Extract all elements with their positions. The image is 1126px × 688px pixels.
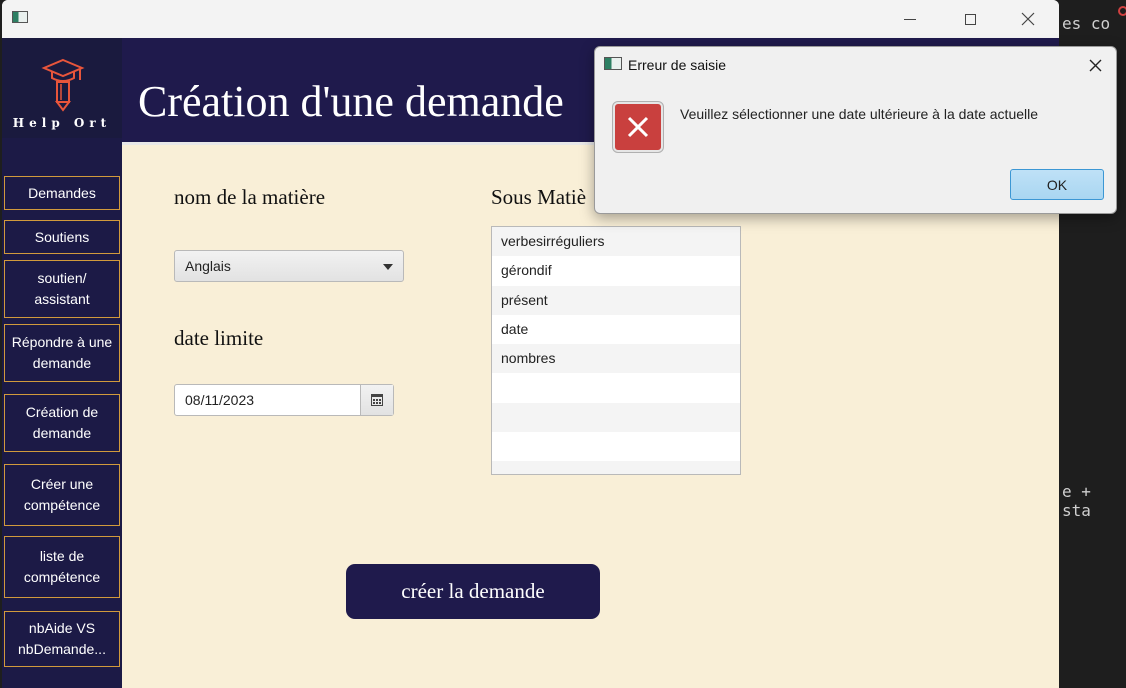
list-item[interactable]: présent [492, 285, 740, 315]
sidebar-item-label: nbAide VS nbDemande... [18, 620, 106, 657]
error-icon [613, 102, 663, 152]
background-code-fragment: es co [1062, 14, 1111, 33]
list-item[interactable]: date [492, 314, 740, 344]
minimize-icon [904, 18, 916, 20]
close-button[interactable] [1010, 6, 1046, 32]
minimize-button[interactable] [892, 6, 928, 32]
sidebar-item-demandes[interactable]: Demandes [4, 176, 120, 210]
x-mark-icon [627, 116, 649, 138]
sidebar: Help Ort Demandes Soutiens soutien/ assi… [2, 38, 122, 688]
sidebar-item-label: Répondre à une demande [11, 334, 113, 371]
maximize-icon [964, 13, 976, 25]
sidebar-item-soutiens[interactable]: Soutiens [4, 220, 120, 254]
ok-button[interactable]: OK [1010, 169, 1104, 200]
app-icon [12, 11, 28, 23]
list-item[interactable]: nombres [492, 344, 740, 374]
list-item-empty [492, 402, 740, 432]
dialog-title: Erreur de saisie [628, 57, 727, 73]
subject-label: nom de la matière [174, 185, 326, 209]
deadline-datepicker[interactable]: 08/11/2023 [174, 384, 394, 416]
sidebar-item-soutien-assistant[interactable]: soutien/ assistant [4, 260, 120, 318]
deadline-input[interactable]: 08/11/2023 [185, 392, 254, 408]
list-item[interactable]: verbesirréguliers [492, 227, 740, 257]
form-panel: nom de la matière Anglais date limite 08… [122, 142, 1059, 688]
dialog-message: Veuillez sélectionner une date ultérieur… [680, 106, 1039, 122]
background-code-fragment: e + sta [1062, 482, 1091, 520]
subject-combobox[interactable]: Anglais [174, 250, 404, 282]
sidebar-item-liste-competence[interactable]: liste de compétence [4, 536, 120, 598]
window-titlebar[interactable] [2, 0, 1059, 38]
sidebar-item-label: liste de compétence [23, 548, 101, 585]
background-error-marker [1118, 6, 1126, 16]
page-title: Création d'une demande [138, 77, 564, 126]
sidebar-item-label: soutien/ assistant [34, 270, 90, 307]
sidebar-item-label: Demandes [28, 184, 96, 201]
sidebar-item-label: Création de demande [25, 404, 99, 441]
sidebar-item-repondre-demande[interactable]: Répondre à une demande [4, 324, 120, 382]
create-request-button[interactable]: créer la demande [346, 564, 600, 619]
sidebar-item-creer-competence[interactable]: Créer une compétence [4, 464, 120, 526]
error-dialog: Erreur de saisie Veuillez sélectionner u… [594, 46, 1117, 214]
chevron-down-icon [383, 264, 393, 270]
app-icon [604, 57, 622, 70]
graduation-pencil-icon [41, 58, 85, 112]
list-item-empty [492, 431, 740, 461]
dialog-close-button[interactable] [1083, 55, 1107, 75]
maximize-button[interactable] [952, 6, 988, 32]
calendar-button[interactable] [360, 385, 393, 415]
list-item-empty [492, 373, 740, 403]
sidebar-item-label: Soutiens [34, 228, 90, 245]
subtopics-list[interactable]: verbesirréguliers gérondif présent date … [491, 226, 741, 475]
sidebar-item-nbaide-vs-nbdemande[interactable]: nbAide VS nbDemande... [4, 611, 120, 667]
logo-text: Help Ort [12, 116, 112, 130]
sidebar-item-creation-demande[interactable]: Création de demande [4, 394, 120, 452]
subtopics-label: Sous Matiè [491, 185, 587, 209]
list-item[interactable]: gérondif [492, 256, 740, 286]
close-icon [1021, 12, 1035, 26]
list-item-empty [492, 461, 740, 474]
subject-selected-value: Anglais [185, 258, 231, 274]
deadline-label: date limite [174, 326, 264, 350]
sidebar-item-label: Créer une compétence [23, 476, 101, 513]
close-icon [1089, 59, 1101, 71]
logo: Help Ort [2, 38, 122, 138]
calendar-icon [371, 394, 383, 406]
